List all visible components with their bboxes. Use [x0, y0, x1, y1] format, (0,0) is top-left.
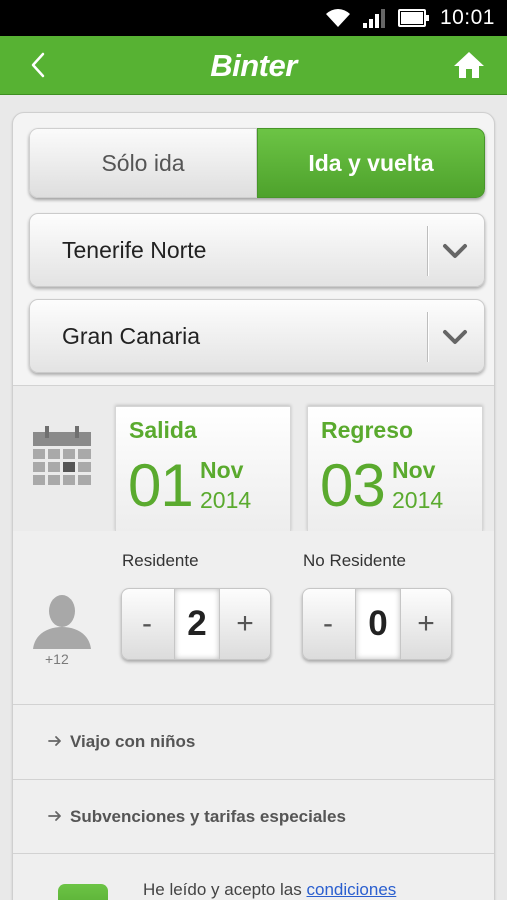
trip-type-toggle: Sólo ida Ida y vuelta	[29, 128, 485, 198]
passengers-section: +12 Residente - 2 + No Residente - 0 +	[13, 531, 494, 704]
terms-checkbox[interactable]	[58, 884, 108, 900]
departure-year: 2014	[200, 487, 252, 513]
select-separator	[427, 226, 428, 276]
age-label: +12	[45, 651, 69, 667]
non-resident-stepper: - 0 +	[302, 588, 452, 660]
app-bar: Binter	[0, 36, 507, 95]
arrow-right-icon	[48, 811, 61, 821]
return-year: 2014	[392, 487, 444, 513]
chevron-down-icon	[443, 244, 467, 258]
origin-value: Tenerife Norte	[62, 237, 207, 263]
date-section: Salida 01 Nov 2014 Regreso 03 Nov 2014	[13, 386, 494, 532]
battery-icon	[397, 9, 429, 27]
select-separator	[427, 312, 428, 362]
status-icons: 10:01	[324, 0, 495, 36]
destination-select[interactable]: Gran Canaria	[29, 299, 485, 373]
departure-month: Nov	[200, 457, 244, 483]
brand-logo: Binter	[210, 48, 297, 83]
return-month: Nov	[392, 457, 436, 483]
home-icon[interactable]	[453, 50, 485, 80]
non-resident-minus-button[interactable]: -	[303, 589, 353, 659]
status-bar: 10:01	[0, 0, 507, 36]
discounts-text: Subvenciones y tarifas especiales	[70, 807, 346, 826]
wifi-icon	[325, 9, 350, 27]
resident-minus-button[interactable]: -	[122, 589, 172, 659]
return-label: Regreso	[321, 417, 414, 443]
return-day: 03	[320, 452, 386, 519]
chevron-down-icon	[443, 330, 467, 344]
children-travel-text: Viajo con niños	[70, 732, 196, 751]
departure-date-card[interactable]: Salida 01 Nov 2014	[115, 406, 291, 532]
terms-lead-text: He leído y acepto las	[143, 880, 302, 899]
resident-plus-button[interactable]: +	[220, 589, 270, 659]
terms-text: He leído y acepto las condiciones	[143, 880, 396, 900]
non-resident-count: 0	[355, 589, 401, 659]
non-resident-plus-button[interactable]: +	[401, 589, 451, 659]
origin-select[interactable]: Tenerife Norte	[29, 213, 485, 287]
discounts-link[interactable]: Subvenciones y tarifas especiales	[13, 780, 494, 854]
conditions-link[interactable]: condiciones	[307, 880, 397, 899]
status-time: 10:01	[439, 6, 495, 29]
destination-value: Gran Canaria	[62, 323, 201, 349]
round-trip-option[interactable]: Ida y vuelta	[257, 128, 485, 198]
return-date-card[interactable]: Regreso 03 Nov 2014	[307, 406, 483, 532]
terms-row: He leído y acepto las condiciones	[13, 854, 494, 900]
non-resident-label: No Residente	[303, 551, 407, 570]
user-avatar-icon	[33, 595, 91, 649]
one-way-option[interactable]: Sólo ida	[29, 128, 257, 198]
resident-label: Residente	[122, 551, 199, 570]
arrow-right-icon	[48, 736, 61, 746]
resident-stepper: - 2 +	[121, 588, 271, 660]
signal-icon	[362, 9, 385, 28]
children-travel-link[interactable]: Viajo con niños	[13, 705, 494, 779]
calendar-icon	[33, 426, 91, 485]
resident-count: 2	[174, 589, 220, 659]
departure-label: Salida	[129, 417, 197, 443]
search-card: Sólo ida Ida y vuelta Tenerife Norte Gra…	[12, 112, 495, 900]
departure-day: 01	[128, 452, 194, 519]
